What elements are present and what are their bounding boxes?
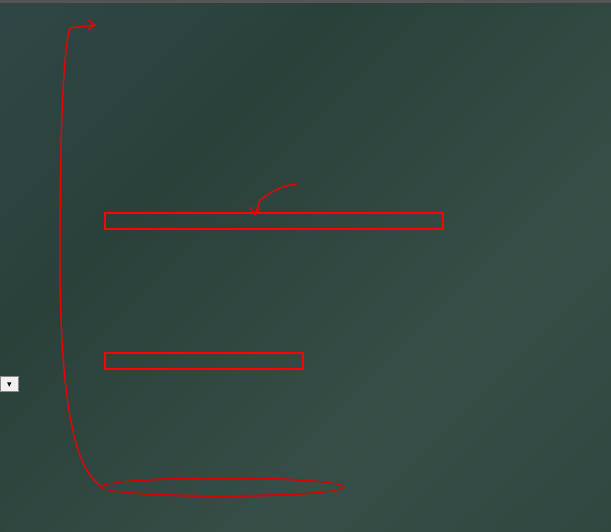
- section-divider: [0, 0, 611, 3]
- zoom-dropdown[interactable]: [0, 376, 19, 392]
- code-editor[interactable]: [0, 0, 611, 532]
